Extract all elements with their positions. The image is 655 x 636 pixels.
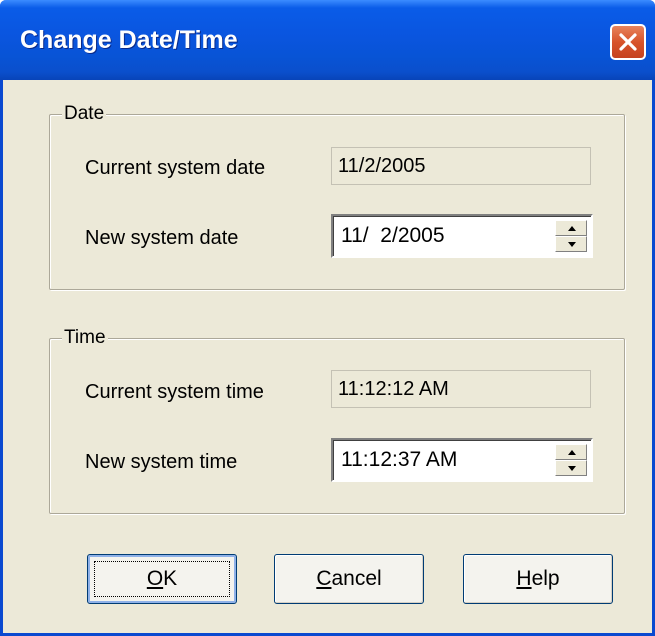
current-system-time-field: 11:12:12 AM	[331, 370, 591, 408]
arrow-up-icon	[568, 450, 576, 455]
time-groupbox: Time	[49, 326, 625, 514]
current-system-time-label: Current system time	[85, 381, 264, 403]
current-system-date-field: 11/2/2005	[331, 147, 591, 185]
new-system-time-value[interactable]: 11:12:37 AM	[341, 448, 457, 472]
help-button[interactable]: Help	[463, 554, 613, 604]
current-system-date-value: 11/2/2005	[338, 155, 426, 177]
date-spin-down-button[interactable]	[555, 236, 587, 252]
new-system-time-picker[interactable]: 11:12:37 AM	[331, 438, 593, 482]
arrow-down-icon	[568, 242, 576, 247]
cancel-button-label: Cancel	[316, 567, 382, 590]
current-system-date-label: Current system date	[85, 157, 266, 179]
ok-button[interactable]: OK	[87, 554, 237, 604]
date-group-label: Date	[62, 102, 107, 126]
arrow-up-icon	[568, 226, 576, 231]
ok-button-label: OK	[146, 567, 178, 590]
arrow-down-icon	[568, 466, 576, 471]
help-button-label: Help	[516, 567, 560, 590]
window-title: Change Date/Time	[20, 26, 238, 54]
date-spin-up-button[interactable]	[555, 220, 587, 236]
time-spinner[interactable]	[555, 444, 587, 476]
current-system-time-value: 11:12:12 AM	[338, 378, 449, 400]
close-button[interactable]	[610, 24, 646, 60]
cancel-button[interactable]: Cancel	[274, 554, 424, 604]
time-spin-down-button[interactable]	[555, 460, 587, 476]
new-system-date-picker[interactable]: 11/ 2/2005	[331, 214, 593, 258]
close-x-icon	[619, 33, 637, 51]
title-bar[interactable]: Change Date/Time	[0, 0, 655, 80]
time-spin-up-button[interactable]	[555, 444, 587, 460]
date-spinner[interactable]	[555, 220, 587, 252]
date-groupbox: Date	[49, 102, 625, 290]
change-date-time-dialog: Change Date/Time Date Current system dat…	[0, 0, 655, 636]
new-system-date-value[interactable]: 11/ 2/2005	[341, 224, 445, 248]
time-group-label: Time	[62, 326, 108, 350]
new-system-time-label: New system time	[85, 451, 238, 473]
new-system-date-label: New system date	[85, 227, 239, 249]
